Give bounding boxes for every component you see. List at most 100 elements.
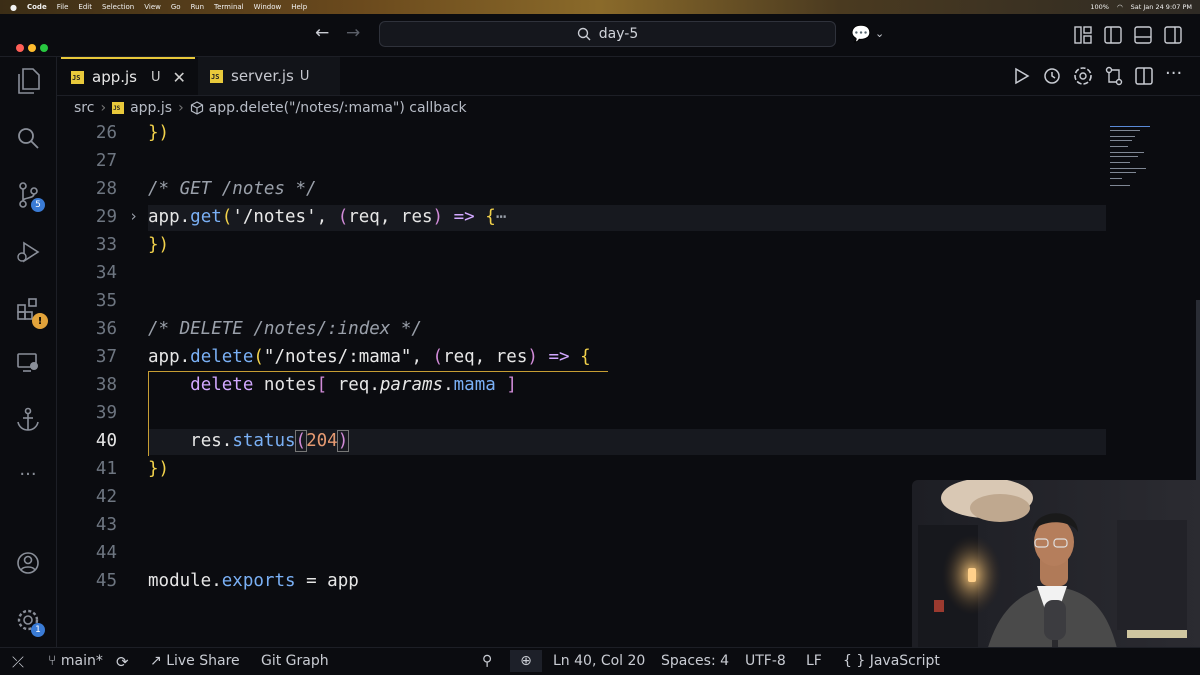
untracked-status: U [151, 69, 161, 85]
editor-tabs: JS app.js U ✕ JS server.js U ··· [57, 57, 1200, 96]
cursor-position[interactable]: Ln 40, Col 20 [553, 653, 645, 669]
location-pin-icon[interactable]: ⚲ [482, 653, 492, 669]
line-number: 33 [95, 235, 117, 255]
back-arrow-icon[interactable]: ← [315, 23, 329, 43]
battery-label[interactable]: 100% [1090, 3, 1109, 11]
untracked-status: U [299, 68, 310, 84]
search-text: day-5 [598, 26, 639, 42]
account-icon[interactable] [14, 549, 42, 577]
symbol-method-icon [190, 101, 203, 115]
bracket-pair-guide [148, 371, 608, 372]
remote-indicator-icon[interactable]: ⤫ [12, 653, 24, 671]
line-number: 28 [95, 179, 117, 199]
line-number: 43 [95, 515, 117, 535]
code-line: app.delete("/notes/:mama", (req, res) =>… [148, 347, 591, 367]
chevron-right-icon: › [100, 100, 107, 116]
search-icon[interactable] [14, 124, 42, 152]
menu-item-edit[interactable]: Edit [78, 3, 92, 11]
remote-explorer-icon[interactable] [14, 349, 42, 377]
line-number: 37 [95, 347, 117, 367]
menu-item-run[interactable]: Run [191, 3, 204, 11]
menu-item-selection[interactable]: Selection [102, 3, 134, 11]
explorer-icon[interactable] [14, 67, 42, 95]
encoding[interactable]: UTF-8 [745, 653, 786, 669]
macos-menubar: ● Code File Edit Selection View Go Run T… [0, 0, 1200, 14]
source-control-icon[interactable]: 5 [14, 181, 45, 212]
breadcrumb-file[interactable]: app.js [130, 100, 172, 116]
source-control-badge: 5 [31, 198, 45, 212]
code-line: delete notes[ req.params.mama ] [190, 375, 517, 395]
menu-item-view[interactable]: View [144, 3, 161, 11]
line-number: 26 [95, 123, 117, 143]
code-line: res.status(204) [190, 430, 350, 452]
code-comment: /* GET /notes */ [148, 179, 317, 199]
more-actions-icon[interactable]: ··· [1165, 63, 1182, 84]
line-number: 41 [95, 459, 117, 479]
chevron-right-icon: › [178, 100, 184, 116]
sync-icon[interactable]: ⟳ [116, 653, 129, 671]
forward-arrow-icon[interactable]: → [346, 23, 360, 43]
code-line: app.get('/notes', (req, res) => {⋯ [148, 207, 507, 227]
close-window-button[interactable] [16, 44, 24, 52]
line-number: 35 [95, 291, 117, 311]
chevron-down-icon[interactable]: ⌄ [875, 27, 884, 40]
menubar-status-area: 100% ◠ Sat Jan 24 9:07 PM [1090, 0, 1192, 14]
fold-chevron-icon[interactable]: › [129, 207, 138, 225]
menubar-clock[interactable]: Sat Jan 24 9:07 PM [1131, 3, 1192, 11]
live-share-button[interactable]: ↗ Live Share [150, 653, 240, 669]
tab-label: server.js [231, 67, 294, 85]
line-number: 29 [95, 207, 117, 227]
indentation[interactable]: Spaces: 4 [661, 653, 729, 669]
anchor-icon[interactable] [14, 406, 42, 434]
end-of-line[interactable]: LF [806, 653, 822, 669]
git-graph-button[interactable]: Git Graph [261, 653, 329, 669]
zoom-window-button[interactable] [40, 44, 48, 52]
minimize-window-button[interactable] [28, 44, 36, 52]
line-number: 36 [95, 319, 117, 339]
command-center-search[interactable]: day-5 [379, 21, 836, 47]
menu-item-help[interactable]: Help [291, 3, 307, 11]
language-mode[interactable]: { } JavaScript [843, 653, 940, 669]
toggle-secondary-sidebar-icon[interactable] [1164, 26, 1182, 44]
more-views-icon[interactable]: ··· [14, 460, 42, 488]
zoom-icon[interactable]: ⊕ [510, 650, 542, 672]
line-number: 27 [95, 151, 117, 171]
menu-item-window[interactable]: Window [254, 3, 282, 11]
code-line: }) [148, 235, 170, 255]
search-icon [577, 27, 591, 41]
menu-item-terminal[interactable]: Terminal [214, 3, 244, 11]
code-line: }) [148, 459, 170, 479]
code-comment: /* DELETE /notes/:index */ [148, 319, 422, 339]
split-editor-icon[interactable] [1135, 67, 1153, 85]
close-tab-icon[interactable]: ✕ [173, 68, 186, 87]
line-number-current: 40 [95, 431, 117, 451]
breadcrumb-folder[interactable]: src [74, 100, 94, 116]
manage-gear-icon[interactable]: 1 [14, 606, 45, 637]
minimap[interactable] [1108, 122, 1196, 192]
run-and-debug-icon[interactable] [14, 238, 42, 266]
javascript-file-icon: JS [71, 70, 84, 84]
toggle-panel-icon[interactable] [1134, 26, 1152, 44]
chatgpt-icon[interactable] [1073, 66, 1093, 86]
menu-item-code[interactable]: Code [27, 3, 47, 11]
menu-item-go[interactable]: Go [171, 3, 181, 11]
language-braces-icon: { } [843, 653, 866, 669]
menu-item-file[interactable]: File [57, 3, 69, 11]
wifi-icon[interactable]: ◠ [1117, 3, 1123, 11]
line-number: 34 [95, 263, 117, 283]
toggle-primary-sidebar-icon[interactable] [1104, 26, 1122, 44]
breadcrumb-symbol[interactable]: app.delete("/notes/:mama") callback [209, 100, 467, 116]
branch-indicator[interactable]: ⑂ main* [48, 653, 103, 669]
live-share-icon: ↗ [150, 653, 162, 669]
run-file-icon[interactable] [1014, 67, 1030, 85]
copilot-chat-icon[interactable]: 💬 [851, 24, 871, 43]
extensions-icon[interactable]: ! [14, 295, 48, 329]
timeline-history-icon[interactable] [1043, 67, 1061, 85]
compare-changes-icon[interactable] [1104, 66, 1124, 86]
git-branch-icon: ⑂ [48, 653, 57, 669]
customize-layout-icon[interactable] [1074, 26, 1092, 44]
tab-app-js[interactable]: JS app.js U ✕ [61, 57, 195, 95]
apple-icon[interactable]: ● [10, 3, 17, 12]
scrollbar[interactable] [1196, 300, 1200, 500]
tab-server-js[interactable]: JS server.js U [198, 57, 340, 95]
